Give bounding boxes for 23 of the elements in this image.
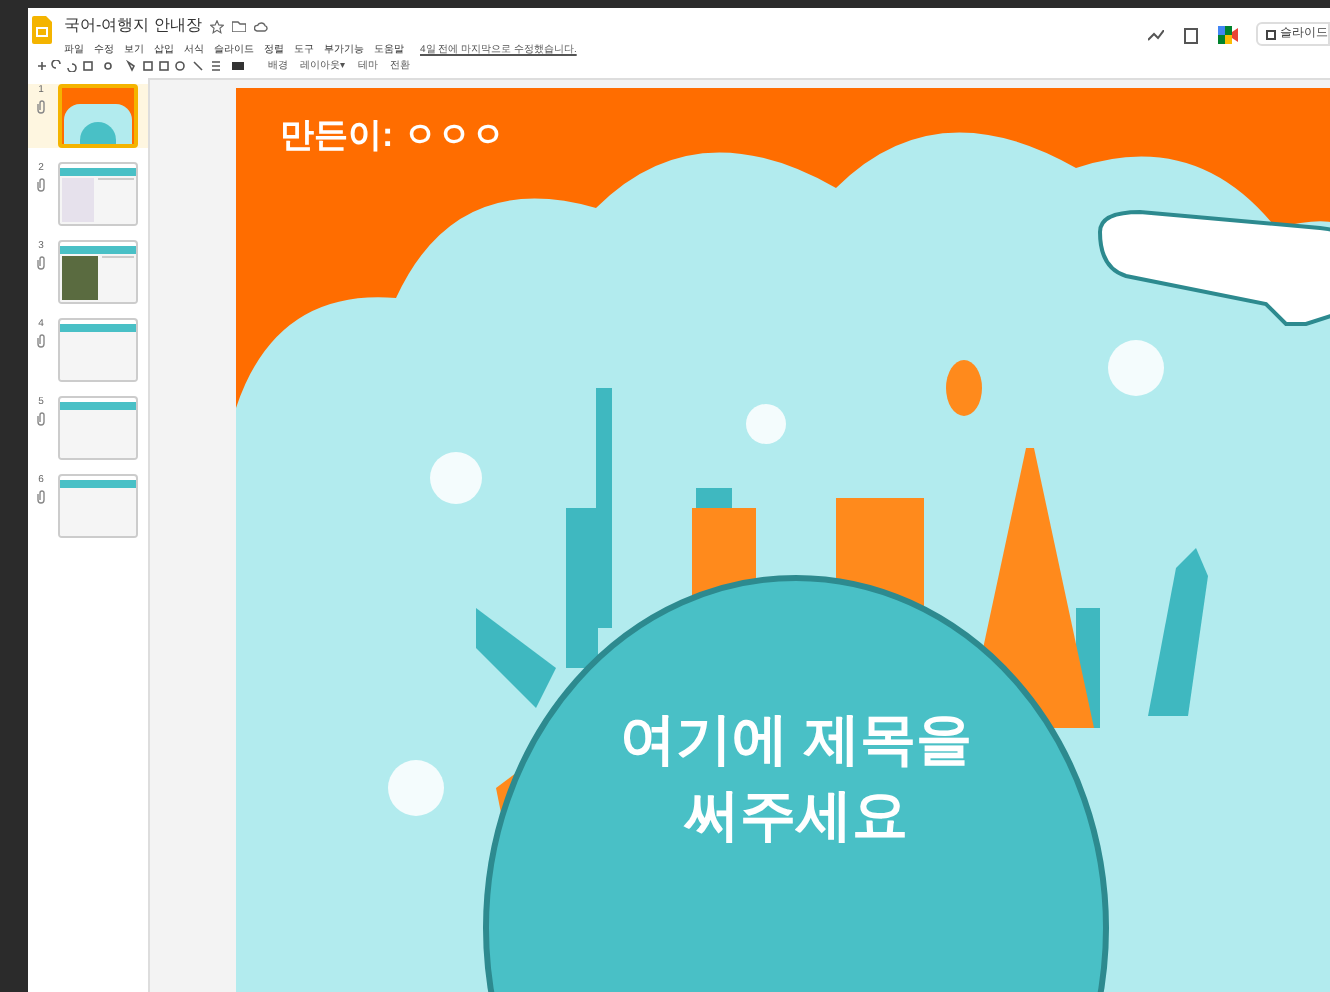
attachment-icon — [36, 333, 46, 347]
attachment-icon — [36, 255, 46, 269]
slide-thumbnail[interactable] — [58, 84, 138, 148]
activity-icon[interactable] — [1148, 30, 1164, 42]
folder-icon[interactable] — [231, 20, 246, 32]
slide-thumbnail[interactable] — [58, 318, 138, 382]
cloud-icon[interactable] — [253, 21, 268, 31]
slide-title: 여기에 제목을 — [620, 712, 972, 768]
comment-icon[interactable] — [1184, 28, 1198, 44]
attachment-icon — [36, 177, 46, 191]
video-call-icon[interactable] — [1218, 26, 1240, 44]
slide-thumbnail[interactable] — [58, 240, 138, 304]
document-title[interactable]: 국어-여행지 안내장 — [64, 14, 202, 38]
slide-thumbnail[interactable] — [58, 474, 138, 538]
star-icon[interactable] — [209, 19, 224, 33]
attachment-icon — [36, 99, 46, 113]
attachment-icon — [36, 411, 46, 425]
slide-title: 써주세요 — [684, 788, 908, 844]
author-text: 만든이: ㅇㅇㅇ — [280, 114, 505, 158]
slideshow-icon — [1266, 29, 1276, 39]
slide-thumbnail[interactable] — [58, 162, 138, 226]
slide-thumbnail[interactable] — [58, 396, 138, 460]
attachment-icon — [36, 489, 46, 503]
